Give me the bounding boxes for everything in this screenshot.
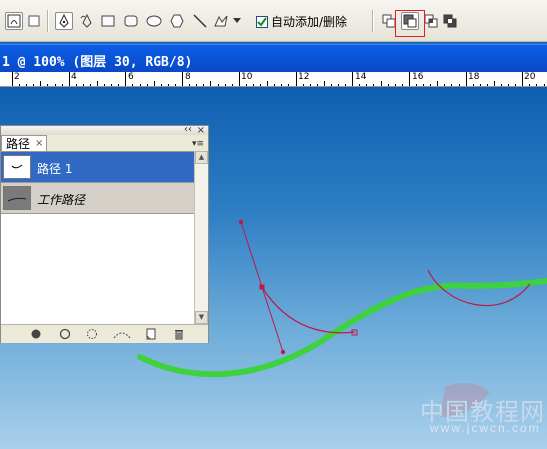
path-name: 工作路径 — [37, 193, 86, 207]
panel-minimize-button[interactable]: ‹‹ — [184, 124, 192, 135]
watermark-url: www.jcwcn.com — [430, 421, 541, 435]
ruler-label: 2 — [14, 72, 20, 82]
pen-icon[interactable] — [55, 12, 73, 30]
tab-close-icon[interactable]: × — [35, 138, 43, 149]
ruler-label: 12 — [298, 72, 310, 82]
stroke-path-icon[interactable] — [58, 328, 72, 340]
delete-path-icon[interactable] — [172, 328, 186, 340]
dropdown-arrow-icon[interactable] — [232, 12, 242, 30]
path-row-work-path[interactable]: 工作路径 — [1, 183, 194, 214]
paths-panel: ‹‹ × 路径 × ▾≡ 路径 1 工作路径 ▲ ▼ — [0, 124, 209, 343]
make-work-path-icon[interactable] — [112, 328, 132, 340]
paths-list: 路径 1 工作路径 — [1, 151, 194, 325]
auto-add-delete-label: 自动添加/删除 — [271, 15, 348, 29]
panel-close-button[interactable]: × — [197, 126, 205, 136]
tab-paths-label: 路径 — [6, 137, 31, 151]
ruler-label: 8 — [185, 72, 191, 82]
ruler-label: 6 — [128, 72, 134, 82]
direction-handle — [238, 219, 244, 225]
ruler-label: 20 — [524, 72, 536, 82]
fill-path-icon[interactable] — [29, 328, 43, 340]
direction-line — [240, 221, 263, 288]
custom-shape-icon[interactable] — [212, 12, 230, 30]
ruler-label: 4 — [71, 72, 77, 82]
rectangle-icon[interactable] — [99, 12, 117, 30]
path-thumbnail — [3, 155, 31, 179]
ruler-label: 16 — [412, 72, 424, 82]
panel-scrollbar[interactable]: ▲ ▼ — [194, 151, 208, 324]
document-title-bar[interactable]: 1 @ 100% (图层 30, RGB/8) — [0, 44, 547, 72]
fill-pixels-icon[interactable] — [25, 12, 43, 30]
load-as-selection-icon[interactable] — [85, 328, 99, 340]
panel-footer — [1, 324, 208, 343]
ruler-label: 18 — [468, 72, 480, 82]
horizontal-ruler[interactable]: 2 4 6 8 10 12 14 16 18 20 — [0, 72, 547, 87]
direction-handle — [280, 349, 286, 355]
separator — [47, 10, 49, 32]
path-name: 路径 1 — [37, 162, 73, 176]
panel-menu-icon[interactable]: ▾≡ — [192, 139, 204, 149]
panel-titlebar[interactable]: ‹‹ × — [1, 124, 208, 136]
options-bar: 自动添加/删除 — [0, 0, 547, 42]
ruler-label: 10 — [241, 72, 253, 82]
new-path-icon[interactable] — [144, 328, 158, 340]
paths-mode-icon[interactable] — [5, 12, 23, 30]
path-row-path-1[interactable]: 路径 1 — [1, 152, 194, 183]
scroll-down-icon[interactable]: ▼ — [195, 311, 208, 324]
line-icon[interactable] — [191, 12, 209, 30]
polygon-icon[interactable] — [168, 12, 186, 30]
freeform-pen-icon[interactable] — [78, 12, 96, 30]
ellipse-icon[interactable] — [145, 12, 163, 30]
highlight-box — [395, 10, 425, 37]
document-title: 1 @ 100% (图层 30, RGB/8) — [2, 55, 193, 70]
anchor-point — [259, 284, 265, 290]
scroll-up-icon[interactable]: ▲ — [195, 151, 208, 164]
direction-line — [261, 286, 284, 353]
auto-add-delete-checkbox[interactable] — [256, 15, 268, 28]
ruler-ticks — [12, 72, 545, 86]
tab-paths[interactable]: 路径 × — [1, 135, 47, 151]
path-thumbnail — [3, 186, 31, 210]
rounded-rectangle-icon[interactable] — [122, 12, 140, 30]
separator — [372, 10, 374, 32]
ruler-label: 14 — [355, 72, 367, 82]
auto-add-delete-option[interactable]: 自动添加/删除 — [256, 13, 347, 30]
exclude-overlapping-path-areas-icon[interactable] — [441, 12, 459, 30]
